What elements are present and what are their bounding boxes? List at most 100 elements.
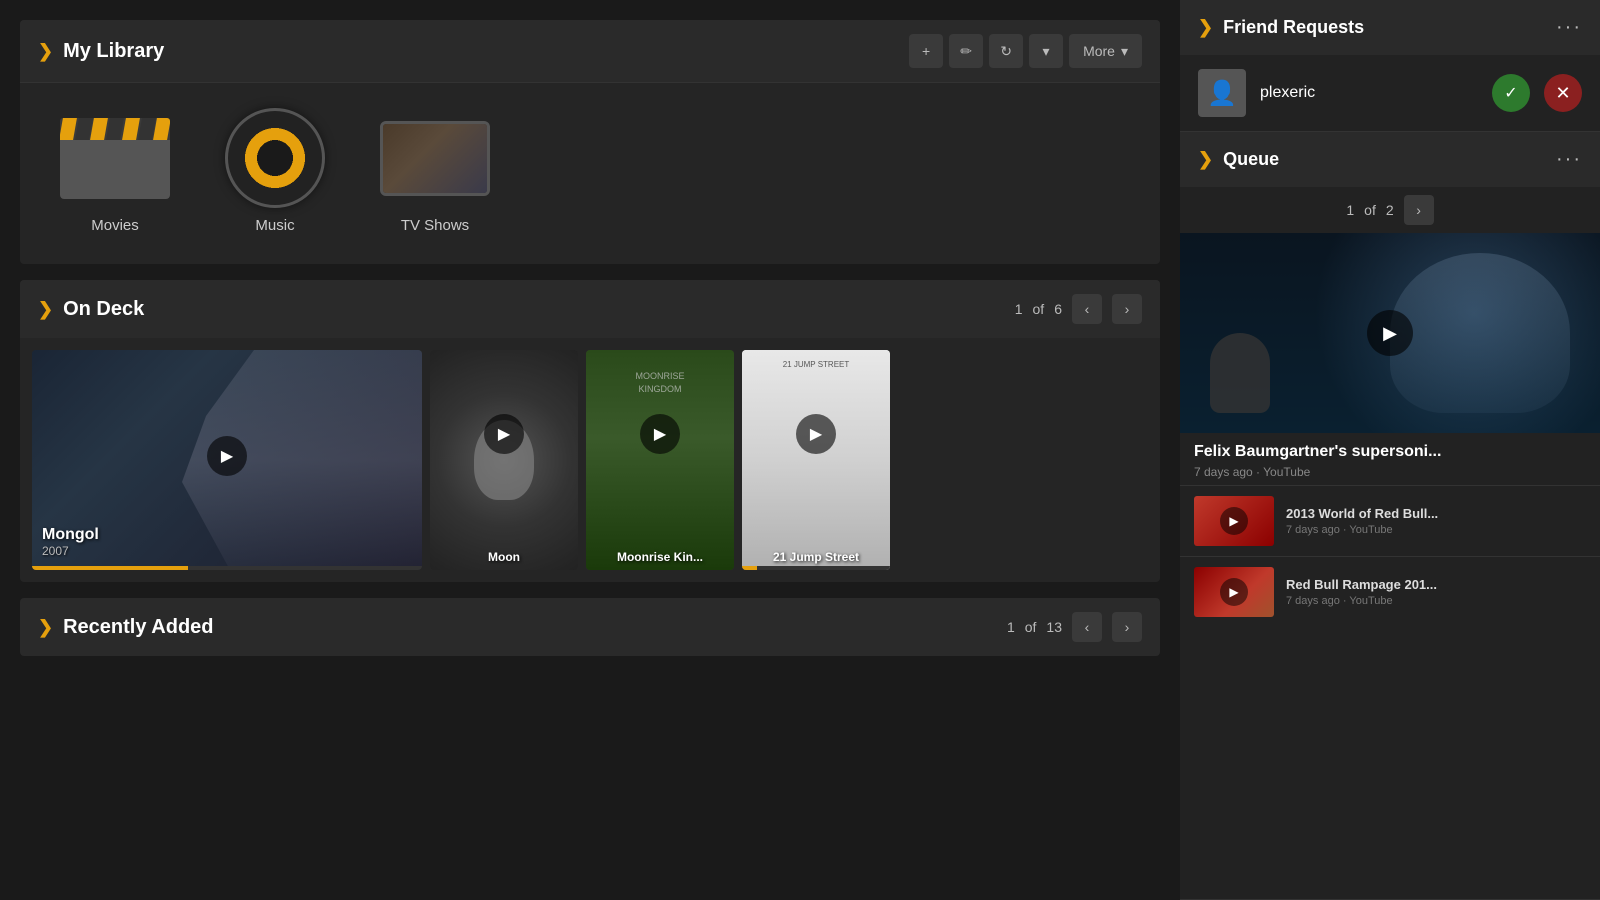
library-chevron-icon: ❯ [38, 41, 53, 62]
queue-item-meta-1: 7 days ago · YouTube [1286, 595, 1586, 607]
recently-added-section: ❯ Recently Added 1 of 13 ‹ › [20, 598, 1160, 656]
edit-button[interactable]: ✏ [949, 34, 983, 68]
moonrise-card-info: Moonrise Kin... [594, 550, 726, 564]
recently-prev-button[interactable]: ‹ [1072, 612, 1102, 642]
tv-screen [383, 124, 487, 193]
queue-item-info-0: 2013 World of Red Bull... 7 days ago · Y… [1286, 506, 1586, 536]
moonrise-play-icon[interactable]: ▶ [640, 414, 680, 454]
mongol-title: Mongol [42, 526, 412, 544]
queue-title: ❯ Queue [1198, 149, 1556, 170]
queue-main-play-icon[interactable]: ▶ [1367, 310, 1413, 356]
dropdown-button[interactable]: ▾ [1029, 34, 1063, 68]
queue-thumb-1: ▶ [1194, 567, 1274, 617]
ondeck-card-mongol[interactable]: ▶ Mongol 2007 [32, 350, 422, 570]
add-button[interactable]: + [909, 34, 943, 68]
ondeck-card-jumpstreet[interactable]: 21 JUMP STREET ▶ 21 Jump Street [742, 350, 890, 570]
friend-requests-menu-button[interactable]: ··· [1556, 16, 1582, 39]
moon-play-icon[interactable]: ▶ [484, 414, 524, 454]
right-panel: ❯ Friend Requests ··· 👤 plexeric ✓ ✕ ❯ Q… [1180, 0, 1600, 900]
queue-page-current: 1 [1346, 202, 1354, 218]
ondeck-header: ❯ On Deck 1 of 6 ‹ › [20, 280, 1160, 338]
library-item-movies[interactable]: Movies [50, 113, 180, 234]
refresh-button[interactable]: ↻ [989, 34, 1023, 68]
recently-chevron-icon: ❯ [38, 617, 53, 638]
queue-main-info: Felix Baumgartner's supersoni... 7 days … [1180, 433, 1600, 485]
more-button[interactable]: More ▾ [1069, 34, 1142, 68]
jumpstreet-title: 21 Jump Street [750, 550, 882, 564]
mongol-progress-bar-bg [32, 566, 422, 570]
left-panel: ❯ My Library + ✏ ↻ ▾ More ▾ [0, 0, 1180, 900]
astronaut-icon [1210, 333, 1270, 413]
queue-item-0[interactable]: ▶ 2013 World of Red Bull... 7 days ago ·… [1180, 485, 1600, 556]
ondeck-card-moonrise[interactable]: MOONRISEKINGDOM ▶ Moonrise Kin... [586, 350, 734, 570]
accept-friend-button[interactable]: ✓ [1492, 74, 1530, 112]
queue-chevron-icon: ❯ [1198, 149, 1213, 170]
library-item-tv[interactable]: TV Shows [370, 113, 500, 234]
queue-title-text: Queue [1223, 149, 1279, 170]
queue-thumb-0: ▶ [1194, 496, 1274, 546]
moonrise-title: Moonrise Kin... [594, 550, 726, 564]
more-arrow-icon: ▾ [1121, 43, 1128, 60]
queue-small-play-0: ▶ [1220, 507, 1248, 535]
decline-friend-button[interactable]: ✕ [1544, 74, 1582, 112]
ondeck-page-total: 6 [1054, 301, 1062, 317]
recently-next-button[interactable]: › [1112, 612, 1142, 642]
earth-visual [1390, 253, 1570, 413]
jumpstreet-card-info: 21 Jump Street [750, 550, 882, 564]
ondeck-pagination: 1 of 6 ‹ › [1015, 294, 1142, 324]
jumpstreet-play-icon[interactable]: ▶ [796, 414, 836, 454]
library-title: ❯ My Library [38, 40, 909, 63]
ondeck-page-current: 1 [1015, 301, 1023, 317]
music-label: Music [255, 217, 294, 234]
friend-request-item: 👤 plexeric ✓ ✕ [1180, 55, 1600, 131]
mongol-play-icon[interactable]: ▶ [207, 436, 247, 476]
ondeck-next-button[interactable]: › [1112, 294, 1142, 324]
queue-main-item[interactable]: ▶ [1180, 233, 1600, 433]
queue-section: ❯ Queue ··· 1 of 2 › ▶ Felix Baumgartner… [1180, 132, 1600, 900]
queue-page-total: 2 [1386, 202, 1394, 218]
friend-requests-header: ❯ Friend Requests ··· [1180, 0, 1600, 55]
recently-pagination: 1 of 13 ‹ › [1007, 612, 1142, 642]
queue-menu-button[interactable]: ··· [1556, 148, 1582, 171]
music-icon-container [210, 113, 340, 203]
ondeck-title: ❯ On Deck [38, 298, 1015, 321]
ondeck-prev-button[interactable]: ‹ [1072, 294, 1102, 324]
library-item-music[interactable]: Music [210, 113, 340, 234]
queue-small-play-1: ▶ [1220, 578, 1248, 606]
queue-main-meta: 7 days ago · YouTube [1194, 465, 1586, 479]
tv-label: TV Shows [401, 217, 469, 234]
mongol-year: 2007 [42, 544, 412, 558]
jumpstreet-progress-bar [742, 566, 757, 570]
moon-card-info: Moon [438, 550, 570, 564]
recently-added-header: ❯ Recently Added 1 of 13 ‹ › [20, 598, 1160, 656]
friend-requests-title: ❯ Friend Requests [1198, 17, 1556, 38]
ondeck-content: ▶ Mongol 2007 ▶ Moon [20, 338, 1160, 582]
queue-item-info-1: Red Bull Rampage 201... 7 days ago · You… [1286, 577, 1586, 607]
ondeck-page-of: of [1033, 301, 1045, 317]
friend-title-text: Friend Requests [1223, 17, 1364, 38]
queue-next-button[interactable]: › [1404, 195, 1434, 225]
friend-avatar: 👤 [1198, 69, 1246, 117]
library-title-text: My Library [63, 40, 164, 63]
jumpstreet-progress-bg [742, 566, 890, 570]
queue-main-title: Felix Baumgartner's supersoni... [1194, 443, 1586, 461]
friend-chevron-icon: ❯ [1198, 17, 1213, 38]
music-disc-icon [225, 108, 325, 208]
ondeck-card-moon[interactable]: ▶ Moon [430, 350, 578, 570]
recently-page-current: 1 [1007, 619, 1015, 635]
ondeck-chevron-icon: ❯ [38, 299, 53, 320]
movies-label: Movies [91, 217, 139, 234]
friend-name: plexeric [1260, 84, 1478, 102]
recently-title-text: Recently Added [63, 616, 213, 639]
library-content: Movies Music TV Shows [20, 83, 1160, 264]
recently-added-title: ❯ Recently Added [38, 616, 1007, 639]
queue-header: ❯ Queue ··· [1180, 132, 1600, 187]
friend-requests-section: ❯ Friend Requests ··· 👤 plexeric ✓ ✕ [1180, 0, 1600, 132]
jumpstreet-bg: 21 JUMP STREET [742, 350, 890, 570]
library-section: ❯ My Library + ✏ ↻ ▾ More ▾ [20, 20, 1160, 264]
library-controls: + ✏ ↻ ▾ More ▾ [909, 34, 1142, 68]
ondeck-title-text: On Deck [63, 298, 144, 321]
queue-item-1[interactable]: ▶ Red Bull Rampage 201... 7 days ago · Y… [1180, 556, 1600, 627]
queue-item-title-1: Red Bull Rampage 201... [1286, 577, 1586, 592]
moonrise-bg: MOONRISEKINGDOM [586, 350, 734, 570]
